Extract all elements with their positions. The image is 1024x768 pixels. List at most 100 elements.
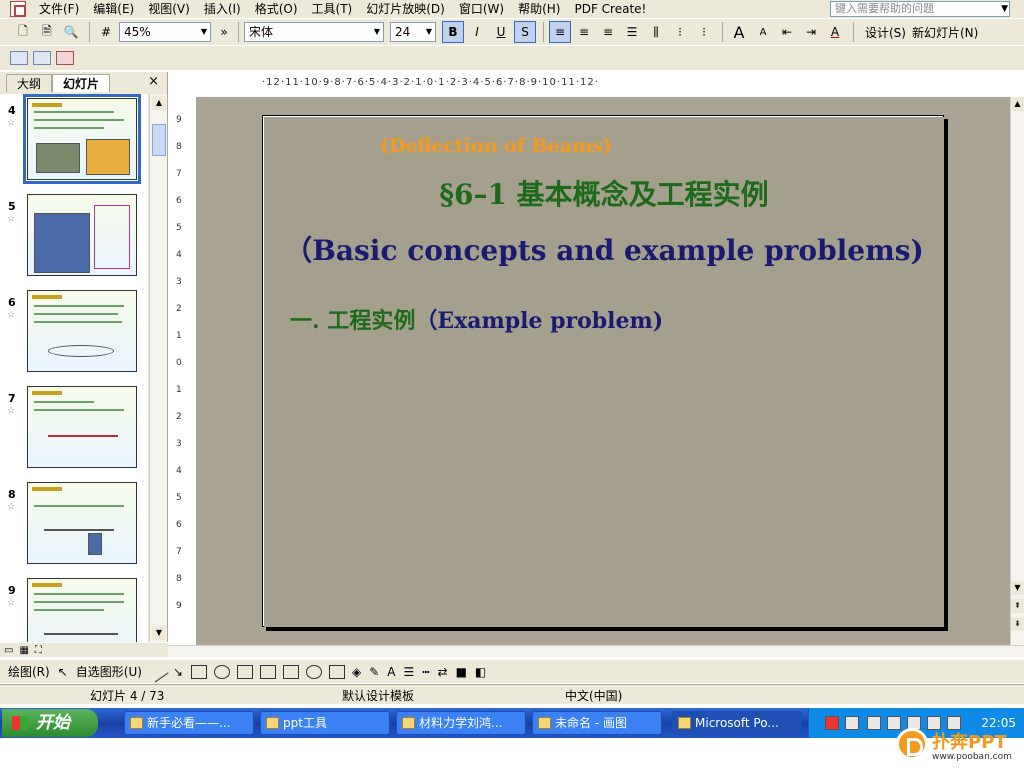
close-icon[interactable]: × (148, 74, 159, 89)
bold-button[interactable]: B (442, 21, 464, 43)
input-method-icon[interactable] (825, 716, 839, 730)
design-button[interactable]: 设计(S) (865, 24, 906, 41)
email-pdf-icon[interactable] (33, 51, 51, 65)
decrease-indent-icon[interactable]: ⇤ (776, 21, 798, 43)
current-slide[interactable]: (Deflection of Beams) §6–1 基本概念及工程实例 （Ba… (262, 115, 944, 627)
open-document-icon[interactable]: 🗎 (36, 21, 58, 43)
font-color-icon[interactable]: A (387, 665, 395, 679)
slide-thumbnail[interactable] (27, 386, 137, 468)
taskbar-task[interactable]: 未命名 - 画图 (532, 711, 662, 735)
slide-thumb-row[interactable]: 9 ☆ (0, 574, 148, 642)
scrollbar-thumb[interactable] (152, 124, 166, 156)
line-color-icon[interactable]: ✎ (369, 665, 379, 679)
line-tool-icon[interactable] (147, 661, 169, 682)
bulleted-list-icon[interactable]: ⁝ (693, 21, 715, 43)
toolbar-overflow-icon[interactable]: » (217, 21, 231, 43)
oval-tool-icon[interactable] (213, 664, 230, 679)
pdf-settings-icon[interactable] (56, 51, 74, 65)
slideshow-icon[interactable]: ⛶ (35, 645, 42, 656)
align-left-icon[interactable]: ≡ (549, 21, 571, 43)
taskbar-task[interactable]: 材料力学刘鸿... (396, 711, 526, 735)
draw-menu-button[interactable]: 绘图(R) (8, 663, 50, 680)
help-icon[interactable] (845, 716, 859, 730)
next-slide-icon[interactable]: ⇟ (1011, 617, 1024, 631)
print-preview-icon[interactable]: 🔍 (60, 21, 82, 43)
menu-format[interactable]: 格式(O) (248, 0, 305, 18)
slide-title-en[interactable]: （Basic concepts and example problems) (264, 229, 944, 269)
start-button[interactable]: 开始 (2, 709, 98, 737)
taskbar-task[interactable]: 新手必看——... (124, 711, 254, 735)
rectangle-tool-icon[interactable] (190, 664, 207, 679)
slide-thumb-row[interactable]: 5 ☆ (0, 190, 148, 278)
slide-thumbnail[interactable] (27, 194, 137, 276)
powerpoint-app-icon[interactable] (10, 1, 26, 17)
increase-font-icon[interactable]: A (728, 21, 750, 43)
menu-view[interactable]: 视图(V) (141, 0, 197, 18)
align-right-icon[interactable]: ≡ (597, 21, 619, 43)
scroll-up-icon[interactable]: ▲ (152, 96, 166, 110)
thumbnail-scrollbar[interactable]: ▲ ▼ (149, 94, 167, 642)
slide-sorter-icon[interactable]: ▦ (19, 645, 28, 656)
slide-scrollbar[interactable]: ▲ ▼ ⇞ ⇟ (1010, 97, 1024, 645)
fill-color-icon[interactable]: ◈ (352, 665, 361, 679)
slide-bullet[interactable]: 一. 工程实例（Example problem) (290, 303, 663, 335)
shadow-style-icon[interactable]: ■ (456, 665, 467, 679)
normal-view-icon[interactable]: ▭ (4, 645, 13, 656)
network-icon[interactable] (867, 716, 881, 730)
slide-thumbnail[interactable] (27, 578, 137, 642)
help-search-input[interactable]: 键入需要帮助的问题 ▼ (830, 1, 1010, 17)
tab-slides[interactable]: 幻灯片 (52, 74, 111, 92)
font-size-select[interactable]: 24 ▼ (390, 22, 436, 42)
menu-insert[interactable]: 插入(I) (197, 0, 248, 18)
convert-pdf-icon[interactable] (10, 51, 28, 65)
dash-style-icon[interactable]: ┅ (422, 665, 429, 679)
arrow-tool-icon[interactable]: ↘ (173, 665, 183, 679)
align-center-icon[interactable]: ≡ (573, 21, 595, 43)
autoshapes-button[interactable]: 自选图形(U) (76, 663, 142, 680)
slide-subtitle[interactable]: (Deflection of Beams) (380, 135, 612, 157)
new-document-icon[interactable]: 🗋 (12, 21, 34, 43)
slide-thumb-row[interactable]: 8 ☆ (0, 478, 148, 566)
line-style-icon[interactable]: ☰ (404, 665, 415, 679)
menu-tools[interactable]: 工具(T) (305, 0, 360, 18)
distribute-icon[interactable]: ☰ (621, 21, 643, 43)
slide-thumbnail[interactable] (27, 290, 137, 372)
3d-style-icon[interactable]: ◧ (475, 665, 486, 679)
numbered-list-icon[interactable]: ⁝ (669, 21, 691, 43)
taskbar-task-active[interactable]: Microsoft Po... (672, 711, 802, 735)
font-select[interactable]: 宋体 ▼ (244, 22, 384, 42)
previous-slide-icon[interactable]: ⇞ (1011, 599, 1024, 613)
textbox-tool-icon[interactable] (236, 664, 253, 679)
scroll-up-icon[interactable]: ▲ (1011, 97, 1024, 111)
shadow-button[interactable]: S (514, 21, 536, 43)
increase-indent-icon[interactable]: ⇥ (800, 21, 822, 43)
underline-button[interactable]: U (490, 21, 512, 43)
slide-thumb-row[interactable]: 7 ☆ (0, 382, 148, 470)
clipart-tool-icon[interactable] (305, 664, 322, 679)
menu-pdf-create[interactable]: PDF Create! (567, 0, 653, 18)
chevron-down-icon[interactable]: ▼ (1001, 2, 1008, 16)
new-slide-button[interactable]: 新幻灯片(N) (912, 24, 978, 41)
scroll-down-icon[interactable]: ▼ (152, 626, 166, 640)
slide-title-cn[interactable]: §6–1 基本概念及工程实例 (264, 173, 944, 213)
picture-tool-icon[interactable] (328, 664, 345, 679)
menu-file[interactable]: 文件(F) (32, 0, 86, 18)
zoom-select[interactable]: 45% ▼ (119, 22, 211, 42)
menu-window[interactable]: 窗口(W) (452, 0, 511, 18)
horizontal-scrollbar[interactable] (168, 645, 1024, 657)
column-icon[interactable]: ⫼ (645, 21, 667, 43)
menu-edit[interactable]: 编辑(E) (86, 0, 141, 18)
scroll-down-icon[interactable]: ▼ (1011, 581, 1024, 595)
grid-icon[interactable]: # (95, 21, 117, 43)
slide-thumbnail[interactable] (23, 94, 141, 184)
select-arrow-icon[interactable]: ↖ (58, 665, 68, 679)
decrease-font-icon[interactable]: A (752, 21, 774, 43)
tab-outline[interactable]: 大纲 (6, 74, 53, 92)
font-color-icon[interactable]: A (824, 21, 846, 43)
wordart-tool-icon[interactable] (259, 664, 276, 679)
slide-thumb-row[interactable]: 4 ☆ (0, 94, 148, 184)
arrow-style-icon[interactable]: ⇄ (438, 665, 448, 679)
menu-slideshow[interactable]: 幻灯片放映(D) (359, 0, 452, 18)
taskbar-task[interactable]: ppt工具 (260, 711, 390, 735)
diagram-tool-icon[interactable] (282, 664, 299, 679)
